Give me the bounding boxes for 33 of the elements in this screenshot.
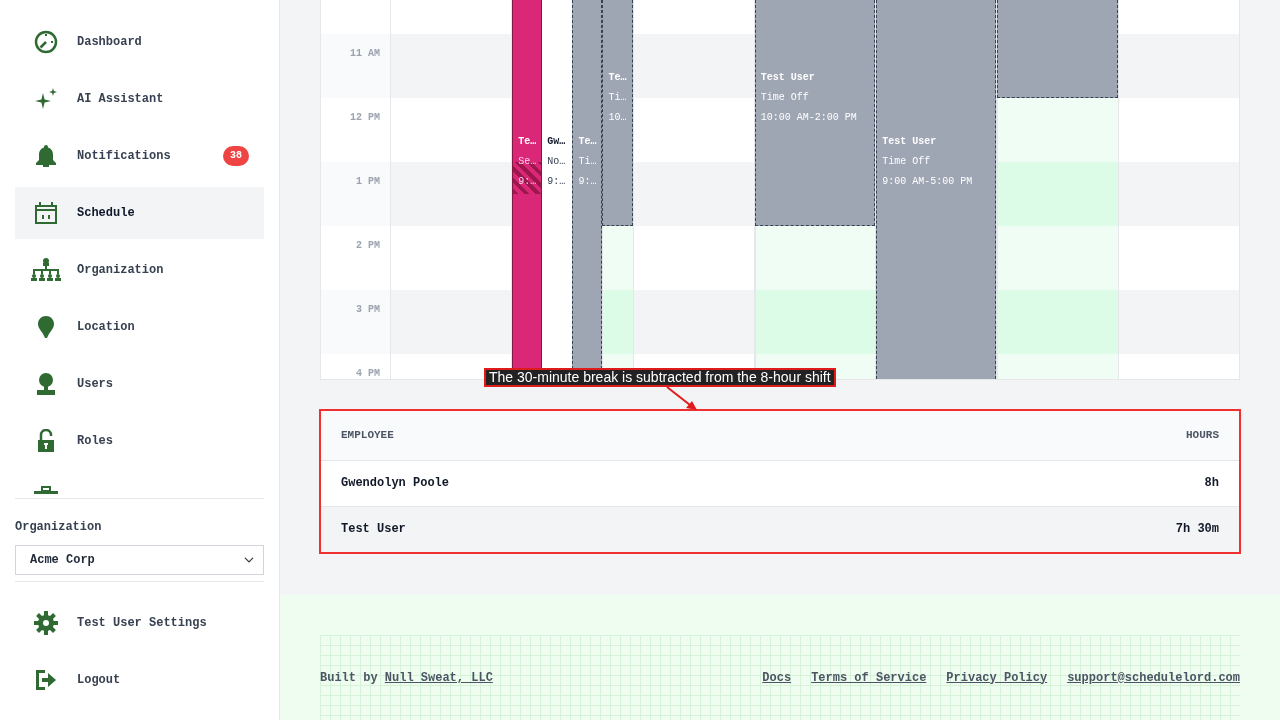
event-type: Ti… (578, 155, 597, 169)
event-time: 9:… (547, 175, 566, 189)
event-title: Te… (518, 135, 537, 149)
column-header: HOURS (908, 411, 1239, 460)
event-type: Time Off (760, 91, 809, 105)
event-title: Gw… (547, 135, 566, 149)
event-time: 10:00 AM-2:00 PM (760, 111, 857, 125)
event-title: Te… (608, 71, 627, 85)
hour-label: 1 PM (356, 176, 380, 188)
event-type: Ti… (608, 91, 627, 105)
event-type: No… (547, 155, 566, 169)
hour-label: 11 AM (350, 48, 380, 60)
table-cell: Test User (321, 506, 909, 552)
event-title: Test User (760, 71, 815, 85)
hour-label: 3 PM (356, 304, 380, 316)
footer-credit: Built by Null Sweat, LLC (320, 669, 493, 687)
hour-label: 2 PM (356, 240, 380, 252)
hour-label: 12 PM (350, 112, 380, 124)
table-cell: Gwendolyn Poole (321, 460, 909, 506)
table-cell: 8h (908, 460, 1239, 506)
field-label: Organization (15, 519, 103, 535)
event-time: 9:… (518, 175, 537, 189)
event-time: 9:… (578, 175, 597, 189)
event-title: Te… (578, 135, 597, 149)
table-cell: 7h 30m (908, 506, 1239, 552)
column-header: EMPLOYEE (321, 411, 909, 460)
count-badge: 38 (223, 146, 249, 166)
hour-label: 4 PM (356, 368, 380, 379)
event-title: Test User (882, 135, 937, 149)
event-time: 9:00 AM-5:00 PM (882, 175, 973, 189)
event-time: 10… (608, 111, 627, 125)
event-type: Time Off (882, 155, 931, 169)
event-type: Se… (518, 155, 537, 169)
